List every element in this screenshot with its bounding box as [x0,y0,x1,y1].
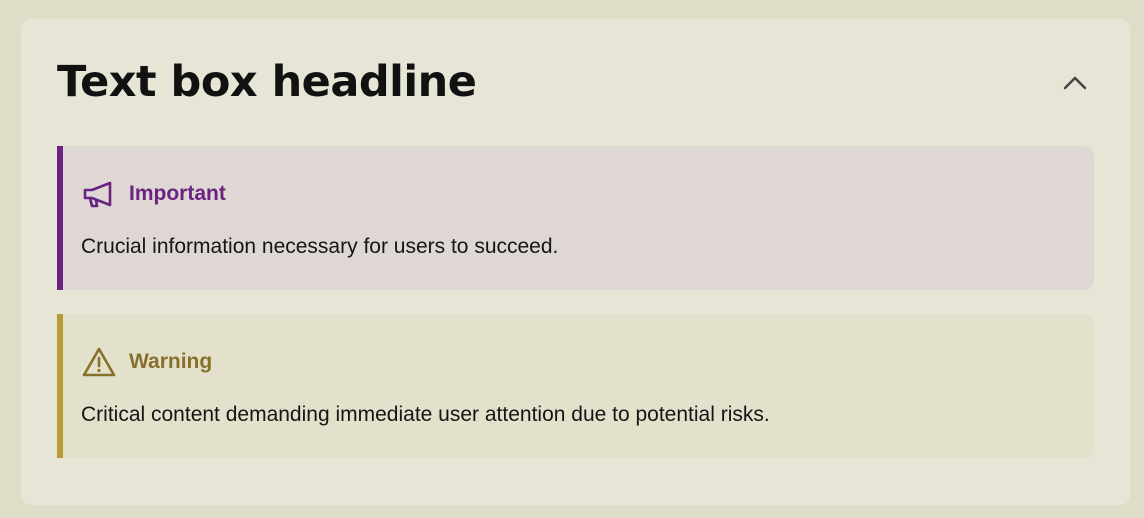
warning-callout: Warning Critical content demanding immed… [57,314,1094,458]
important-callout-title: Important [129,182,226,205]
important-callout-header: Important [81,177,226,211]
warning-callout-body: Critical content demanding immediate use… [81,403,770,426]
warning-triangle-icon [81,345,117,379]
text-box-panel: Text box headline Important Crucial info… [21,19,1130,505]
important-callout-body: Crucial information necessary for users … [81,235,559,258]
chevron-up-icon [1063,76,1087,90]
warning-callout-title: Warning [129,350,213,373]
megaphone-icon [81,177,117,211]
collapse-button[interactable] [1058,69,1092,97]
warning-callout-header: Warning [81,345,212,379]
important-callout: Important Crucial information necessary … [57,146,1094,290]
text-box-headline: Text box headline [57,57,477,107]
